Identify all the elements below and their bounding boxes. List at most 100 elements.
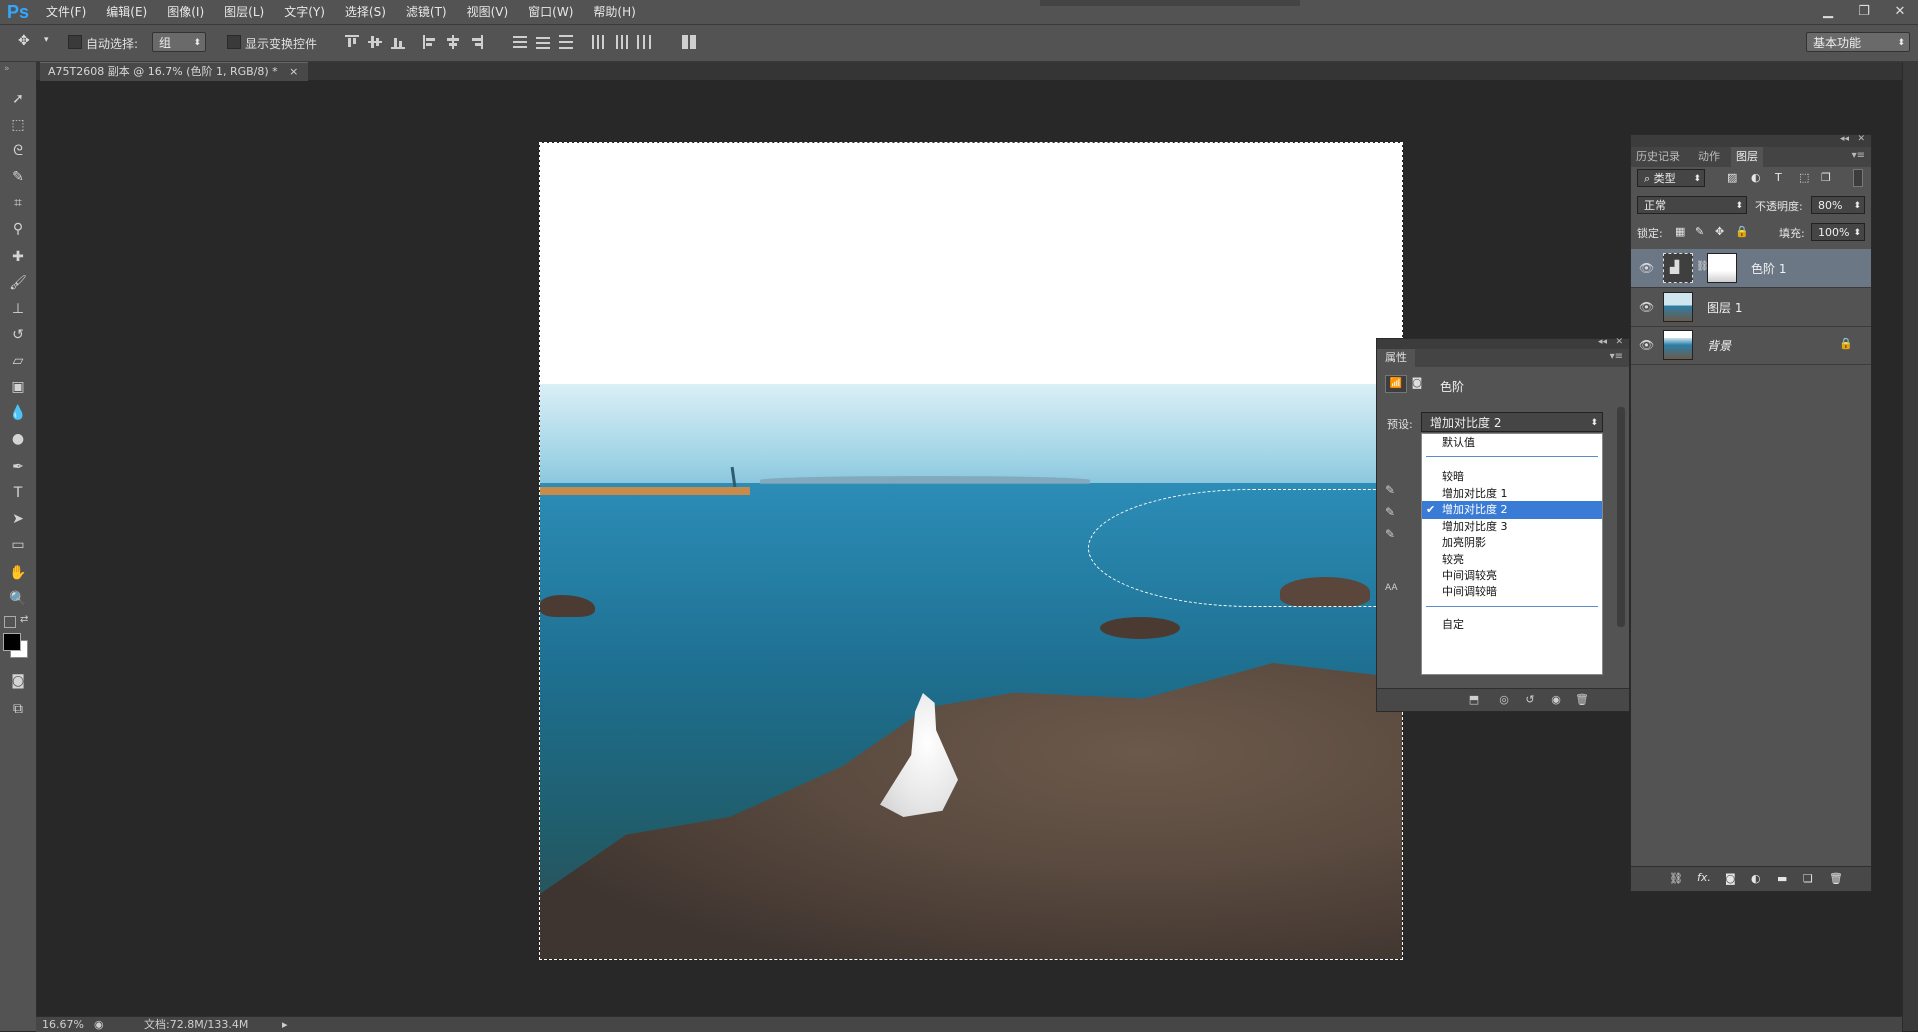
menu-help[interactable]: 帮助(H) [583, 0, 645, 24]
distribute-right-icon[interactable] [637, 35, 651, 49]
eye-icon[interactable]: 👁 [1639, 338, 1654, 352]
levels-adjustment-icon[interactable]: 📶 [1385, 375, 1407, 393]
fill-input[interactable]: 100% [1811, 223, 1865, 242]
blur-tool-icon[interactable]: 💧 [6, 402, 30, 424]
opacity-input[interactable]: 80% [1811, 196, 1865, 215]
shape-tool-icon[interactable]: ▭ [6, 534, 30, 556]
quick-mask-icon[interactable]: ◙ [6, 670, 30, 692]
eraser-tool-icon[interactable]: ▱ [6, 350, 30, 372]
tab-actions[interactable]: 动作 [1693, 147, 1725, 167]
panel-menu-icon[interactable]: ▾≡ [1610, 351, 1623, 362]
show-transform-checkbox[interactable] [227, 35, 241, 49]
properties-scrollbar[interactable] [1617, 407, 1625, 627]
history-brush-tool-icon[interactable]: ↺ [6, 324, 30, 346]
panel-close-icon[interactable]: ✕ [1857, 134, 1865, 144]
layer-row[interactable]: 👁 ▟ ⛓ 色阶 1 [1631, 249, 1871, 288]
tab-history[interactable]: 历史记录 [1631, 147, 1685, 167]
type-tool-icon[interactable]: T [6, 482, 30, 504]
mask-icon[interactable]: ◙ [1409, 375, 1425, 391]
link-layers-icon[interactable]: ⛓ [1669, 872, 1683, 885]
distribute-left-icon[interactable] [591, 35, 605, 49]
menu-view[interactable]: 视图(V) [457, 0, 519, 24]
auto-levels-icon[interactable]: AA [1385, 583, 1401, 599]
dodge-tool-icon[interactable]: ● [6, 428, 30, 450]
document-tab-close-icon[interactable]: × [289, 65, 298, 78]
eye-icon[interactable]: 👁 [1639, 261, 1654, 275]
zoom-level[interactable]: 16.67% [42, 1017, 84, 1032]
hand-tool-icon[interactable]: ✋ [6, 562, 30, 584]
fx-icon[interactable]: fx. [1697, 871, 1711, 884]
preset-dropdown[interactable]: 增加对比度 2 [1421, 412, 1603, 433]
auto-align-icon[interactable] [682, 35, 696, 49]
distribute-top-icon[interactable] [513, 35, 527, 49]
move-tool-icon[interactable]: ➚ [6, 88, 30, 110]
layer-filter-dropdown[interactable]: ⌕ 类型 [1637, 169, 1705, 188]
swap-colors-icon[interactable]: ⇄ [20, 614, 28, 625]
menu-image[interactable]: 图像(I) [157, 0, 214, 24]
eyedropper-tool-icon[interactable]: ⚲ [6, 218, 30, 240]
visibility-icon[interactable]: ◉ [1549, 693, 1563, 707]
eye-icon[interactable]: 👁 [1639, 300, 1654, 314]
collapse-icon[interactable]: ◂◂ [1840, 134, 1849, 144]
brush-tool-icon[interactable]: 🖌 [6, 272, 30, 294]
tool-preset-chevron-icon[interactable]: ▾ [44, 35, 49, 45]
adjustment-layer-icon[interactable]: ◐ [1751, 872, 1761, 885]
reset-icon[interactable]: ↺ [1523, 693, 1537, 707]
lock-all-icon[interactable]: 🔒 [1735, 225, 1749, 238]
new-layer-icon[interactable]: ❏ [1803, 872, 1813, 885]
align-top-icon[interactable] [345, 35, 359, 49]
distribute-hcenter-icon[interactable] [614, 35, 628, 49]
align-bottom-icon[interactable] [391, 35, 405, 49]
gray-point-eyedropper-icon[interactable]: ✎ [1385, 505, 1401, 521]
lock-move-icon[interactable]: ✥ [1715, 225, 1724, 238]
lock-paint-icon[interactable]: ✎ [1695, 225, 1704, 238]
menu-type[interactable]: 文字(Y) [274, 0, 335, 24]
new-group-icon[interactable]: ▬ [1777, 872, 1787, 885]
lock-transparent-icon[interactable]: ▦ [1675, 225, 1685, 238]
restore-button[interactable]: ❐ [1846, 0, 1882, 22]
layer-mask-thumbnail[interactable] [1707, 253, 1737, 283]
status-menu-icon[interactable]: ▸ [282, 1017, 288, 1032]
delete-icon[interactable]: 🗑 [1575, 693, 1589, 707]
path-select-tool-icon[interactable]: ➤ [6, 508, 30, 530]
menu-layer[interactable]: 图层(L) [214, 0, 274, 24]
distribute-bottom-icon[interactable] [559, 35, 573, 49]
stamp-tool-icon[interactable]: ⊥ [6, 298, 30, 320]
collapse-icon[interactable]: ◂◂ [1598, 337, 1607, 347]
layer-row[interactable]: 👁 背景 🔒 [1631, 326, 1871, 365]
status-info-icon[interactable]: ◉ [94, 1017, 104, 1032]
zoom-tool-icon[interactable]: 🔍 [6, 588, 30, 610]
filter-image-icon[interactable]: ▨ [1727, 171, 1737, 184]
clip-to-layer-icon[interactable]: ⬒ [1467, 693, 1481, 707]
move-tool-icon[interactable]: ✥ [18, 33, 30, 49]
marquee-tool-icon[interactable]: ⬚ [6, 114, 30, 136]
preset-option-contrast-2[interactable]: ✔ 增加对比度 2 [1422, 501, 1602, 519]
crop-tool-icon[interactable]: ⌗ [6, 192, 30, 214]
filter-smart-icon[interactable]: ❐ [1821, 171, 1831, 184]
preset-option-default[interactable]: 默认值 [1422, 434, 1602, 452]
preset-option-darker[interactable]: 较暗 [1422, 468, 1602, 486]
panel-close-icon[interactable]: ✕ [1615, 337, 1623, 347]
black-point-eyedropper-icon[interactable]: ✎ [1385, 483, 1401, 499]
pen-tool-icon[interactable]: ✒ [6, 456, 30, 478]
filter-shape-icon[interactable]: ⬚ [1799, 171, 1809, 184]
menu-edit[interactable]: 编辑(E) [96, 0, 157, 24]
preset-option-midtones-darker[interactable]: 中间调较暗 [1422, 583, 1602, 601]
filter-adjust-icon[interactable]: ◐ [1751, 171, 1761, 184]
align-hcenter-icon[interactable] [446, 35, 460, 49]
align-right-icon[interactable] [469, 35, 483, 49]
collapse-chevron-icon[interactable]: » [4, 64, 10, 74]
preset-option-lighten-shadows[interactable]: 加亮阴影 [1422, 534, 1602, 552]
layers-panel-header[interactable]: ◂◂ ✕ [1631, 134, 1871, 147]
view-previous-icon[interactable]: ◎ [1497, 693, 1511, 707]
gradient-tool-icon[interactable]: ▣ [6, 376, 30, 398]
tab-layers[interactable]: 图层 [1731, 147, 1763, 167]
workspace-dropdown[interactable]: 基本功能 [1806, 32, 1910, 53]
panel-menu-icon[interactable]: ▾≡ [1852, 150, 1865, 161]
foreground-color-swatch[interactable] [3, 633, 21, 651]
align-left-icon[interactable] [423, 35, 437, 49]
healing-tool-icon[interactable]: ✚ [6, 246, 30, 268]
white-point-eyedropper-icon[interactable]: ✎ [1385, 527, 1401, 543]
filter-type-icon[interactable]: T [1775, 171, 1782, 184]
minimize-button[interactable]: ▁ [1810, 0, 1846, 22]
